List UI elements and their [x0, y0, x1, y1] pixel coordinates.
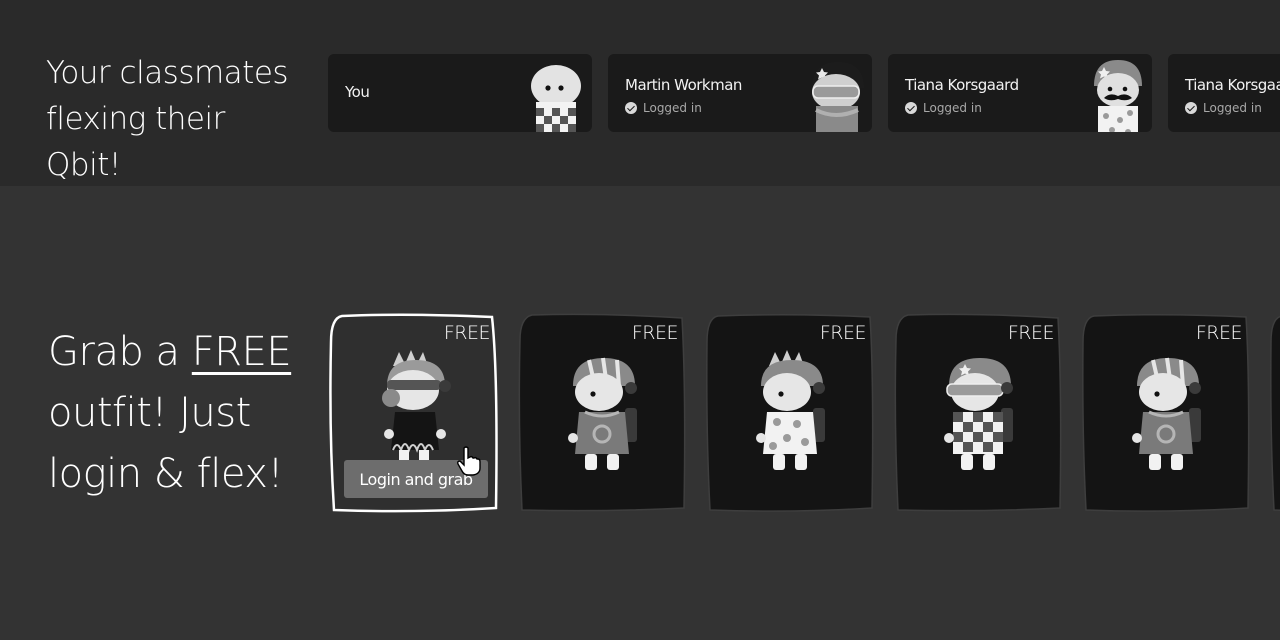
offer-card[interactable]: FREE [514, 312, 690, 514]
card-frame [1270, 315, 1280, 511]
star-helmet-mustache-avatar-icon [1094, 60, 1142, 132]
classmate-status: Logged in [1185, 101, 1262, 115]
classmate-status-text: Logged in [923, 101, 982, 115]
offer-heading-pre: Grab a [48, 329, 192, 375]
classmate-card-tiana-korsgaard[interactable]: Tiana Korsgaard Logged in [888, 54, 1152, 132]
classmate-card-tiana-korsgaard-2[interactable]: Tiana Korsgaard Logged in [1168, 54, 1280, 132]
goggles-star-helmet-avatar-icon [812, 62, 864, 132]
classmate-name: Tiana Korsgaard [1185, 76, 1280, 94]
striped-helmet-robe-outfit-icon [1132, 357, 1201, 470]
classmate-list: You Martin Workman Logged in Tiana Korsg… [328, 54, 1280, 132]
offer-heading-free: FREE [191, 329, 292, 375]
offer-card[interactable]: FREE [890, 312, 1066, 514]
classmate-status-text: Logged in [643, 101, 702, 115]
check-circle-icon [625, 102, 637, 114]
classmates-heading: Your classmates flexing their Qbit! [46, 50, 296, 188]
classmates-heading-line2: flexing their Qbit! [46, 101, 225, 183]
classmate-name: Martin Workman [625, 76, 742, 94]
offer-heading-line1: Grab a FREE [48, 322, 308, 383]
classmate-status-text: Logged in [1203, 101, 1262, 115]
classmates-heading-line1: Your classmates [46, 55, 289, 91]
spiked-helmet-flame-outfit-icon [382, 350, 451, 466]
offer-heading-line2: outfit! Just [48, 390, 251, 436]
offer-card[interactable] [1266, 312, 1280, 514]
classmate-card-you[interactable]: You [328, 54, 592, 132]
plain-avatar-icon [531, 65, 581, 132]
striped-helmet-robe-outfit-icon [568, 357, 637, 470]
classmate-status: Logged in [905, 101, 982, 115]
offer-card[interactable]: FREE [702, 312, 878, 514]
star-helmet-checkered-outfit-icon [944, 358, 1013, 470]
classmate-name: You [345, 83, 370, 101]
offer-heading-line3: login & flex! [48, 451, 283, 497]
spiked-helmet-flower-shirt-outfit-icon [756, 350, 825, 470]
classmate-status: Logged in [625, 101, 702, 115]
check-circle-icon [1185, 102, 1197, 114]
offer-list: FREE Login and grab FREE FREE FREE FREE [326, 310, 1280, 520]
offer-heading: Grab a FREE outfit! Just login & flex! [48, 322, 308, 505]
classmate-name: Tiana Korsgaard [905, 76, 1019, 94]
offer-card[interactable]: FREE [1078, 312, 1254, 514]
hand-pointer-cursor-icon [457, 446, 481, 476]
offer-card[interactable]: FREE Login and grab [326, 312, 502, 514]
classmate-card-martin-workman[interactable]: Martin Workman Logged in [608, 54, 872, 132]
check-circle-icon [905, 102, 917, 114]
